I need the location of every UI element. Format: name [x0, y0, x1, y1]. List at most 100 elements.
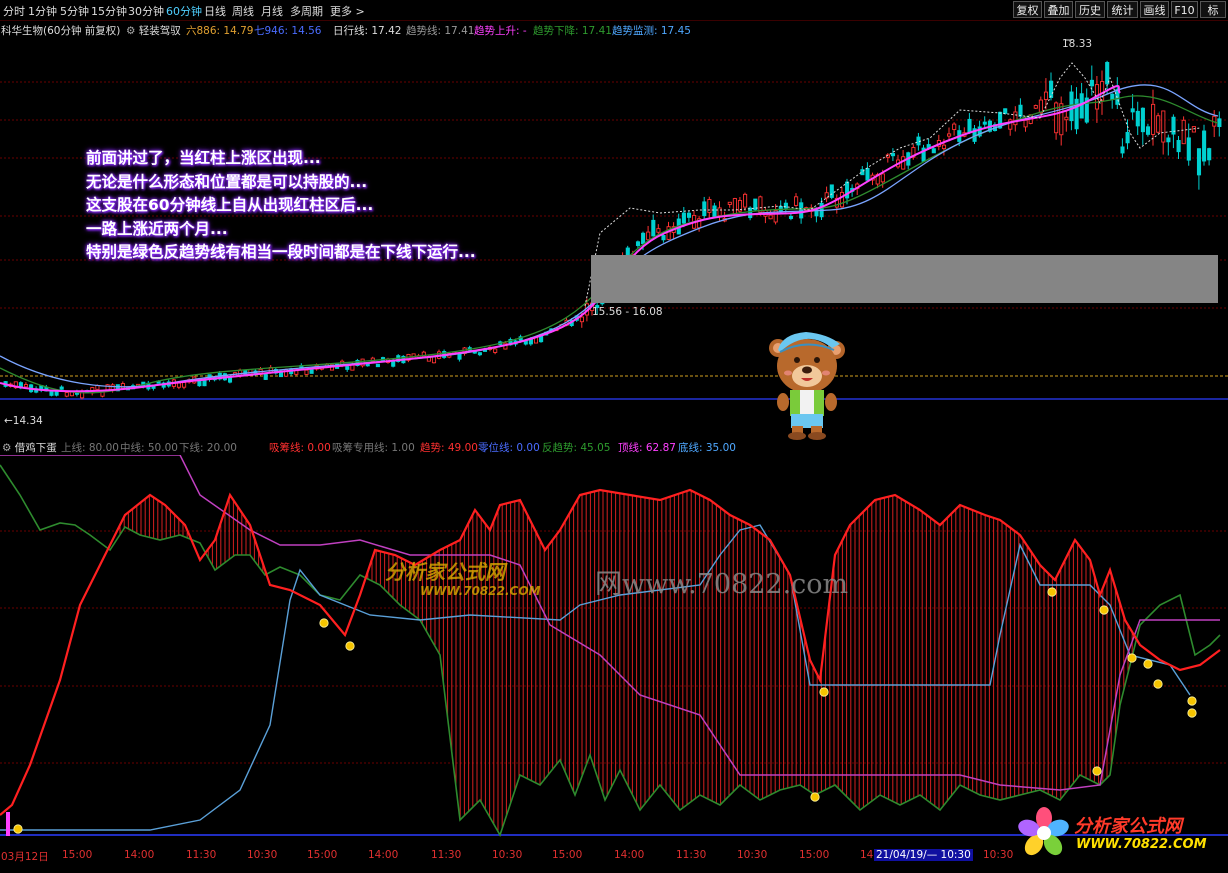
candle-body: [477, 352, 482, 356]
indicator-name[interactable]: ⚙ 借鸡下蛋: [2, 440, 57, 455]
cursor-time-label: 21/04/19/— 10:30: [874, 849, 973, 861]
candle-body: [941, 144, 947, 150]
mode-label[interactable]: ⚙ 轻装驾驭: [126, 23, 181, 38]
statistics-button[interactable]: 统计: [1107, 1, 1138, 18]
chip-bar: [6, 812, 10, 836]
time-label: 10:30: [737, 849, 768, 861]
candle-body: [727, 201, 732, 205]
candle-body: [23, 384, 29, 388]
candle-body: [783, 202, 788, 209]
bottom-line-value: 底线: 35.00: [678, 442, 736, 454]
candle-body: [1196, 148, 1202, 176]
time-label: 15:00: [799, 849, 830, 861]
candle-body: [1176, 140, 1181, 153]
candle-body: [1217, 118, 1222, 128]
indicator-chart[interactable]: [0, 455, 1228, 850]
candle-body: [982, 121, 987, 125]
tab-monthly[interactable]: 月线: [261, 3, 283, 19]
candle-body: [1043, 91, 1049, 100]
signal-dot: [1143, 659, 1153, 669]
candle-body: [1130, 108, 1135, 113]
candle-body: [717, 207, 722, 217]
ma6-value: 六886: 14.79: [186, 25, 254, 37]
tab-15min[interactable]: 15分钟: [91, 3, 127, 19]
top-line: [0, 455, 1220, 791]
candle-body: [788, 215, 794, 219]
annotation-line-4: 一路上涨近两个月...: [86, 219, 228, 238]
signal-dot: [1047, 587, 1057, 597]
trend-line: [0, 488, 1221, 816]
candle-body: [1100, 81, 1105, 101]
chip-line-value: 吸筹线: 0.00: [269, 442, 331, 454]
candle-body: [1038, 99, 1043, 114]
candle-body: [1151, 103, 1156, 135]
time-label: 15:00: [307, 849, 338, 861]
price-range-zone: [591, 255, 1218, 303]
tab-weekly[interactable]: 周线: [232, 3, 254, 19]
tab-daily[interactable]: 日线: [204, 3, 226, 19]
tab-multi-period[interactable]: 多周期: [290, 3, 323, 19]
candle-body: [1064, 116, 1069, 121]
signal-dot: [1153, 679, 1163, 689]
candle-body: [120, 383, 125, 389]
trend-down-value: 趋势下降: 17.41: [533, 25, 612, 37]
signal-dot: [1187, 708, 1197, 718]
overlay-button[interactable]: 叠加: [1044, 1, 1073, 18]
candle-body: [641, 232, 646, 244]
tab-1min[interactable]: 1分钟: [28, 3, 57, 19]
candle-body: [799, 202, 804, 219]
tab-5min[interactable]: 5分钟: [60, 3, 89, 19]
candle-body: [176, 382, 182, 388]
tab-60min[interactable]: 60分钟: [166, 3, 202, 19]
candle-body: [1161, 110, 1166, 143]
candle-body: [686, 212, 692, 218]
candle-body: [748, 207, 753, 219]
candle-body: [431, 356, 437, 364]
time-label: 10:30: [247, 849, 278, 861]
watermark-brand: 分析家公式网: [385, 560, 505, 584]
tab-intraday[interactable]: 分时: [3, 3, 25, 19]
ma7-value: 七946: 14.56: [254, 25, 322, 37]
time-label: 10:30: [492, 849, 523, 861]
middle-line-value: 中线: 50.00: [120, 442, 178, 454]
tab-30min[interactable]: 30分钟: [128, 3, 164, 19]
trend-up-value: 趋势上升: -: [474, 25, 527, 37]
stock-title: 科华生物(60分钟 前复权): [1, 25, 121, 37]
lower-line-value: 下线: 20.00: [179, 442, 237, 454]
more-marks-button[interactable]: 标: [1200, 1, 1226, 18]
upper-line-value: 上线: 80.00: [61, 442, 119, 454]
tab-more[interactable]: 更多 >: [330, 3, 365, 19]
candle-body: [901, 156, 906, 170]
candle-body: [1207, 148, 1212, 161]
candle-body: [345, 366, 350, 370]
candle-body: [732, 198, 737, 215]
candle-body: [952, 123, 957, 130]
trend-line-value: 趋势线: 17.41: [406, 25, 475, 37]
time-label: 11:30: [186, 849, 217, 861]
candle-body: [202, 379, 207, 387]
time-label: 03月12日: [1, 851, 49, 863]
annotation-line-5: 特别是绿色反趋势线有相当一段时间都是在下线下运行...: [86, 243, 476, 261]
history-button[interactable]: 历史: [1075, 1, 1105, 18]
time-label: 14:00: [368, 849, 399, 861]
signal-dot: [1092, 766, 1102, 776]
candle-body: [794, 196, 799, 206]
candle-body: [1166, 137, 1171, 143]
candle-body: [1125, 131, 1130, 144]
candle-body: [304, 369, 309, 375]
candle-body: [1181, 119, 1186, 145]
time-label: 14:00: [124, 849, 155, 861]
brand-logo: 分析家公式网 WWW.70822.COM: [1018, 806, 1224, 856]
candle-body: [666, 226, 671, 240]
flower-logo-icon: [1018, 807, 1069, 856]
watermark-url: WWW.70822.COM: [420, 584, 541, 598]
candle-body: [967, 118, 972, 133]
top-line-value: 顶线: 62.87: [618, 442, 676, 454]
candle-body: [768, 214, 773, 220]
candle-body: [829, 184, 834, 198]
candle-body: [1033, 105, 1038, 109]
candle-body: [1140, 107, 1145, 133]
f10-button[interactable]: F10: [1171, 1, 1198, 18]
draw-line-button[interactable]: 画线: [1140, 1, 1169, 18]
restore-rights-button[interactable]: 复权: [1013, 1, 1042, 18]
